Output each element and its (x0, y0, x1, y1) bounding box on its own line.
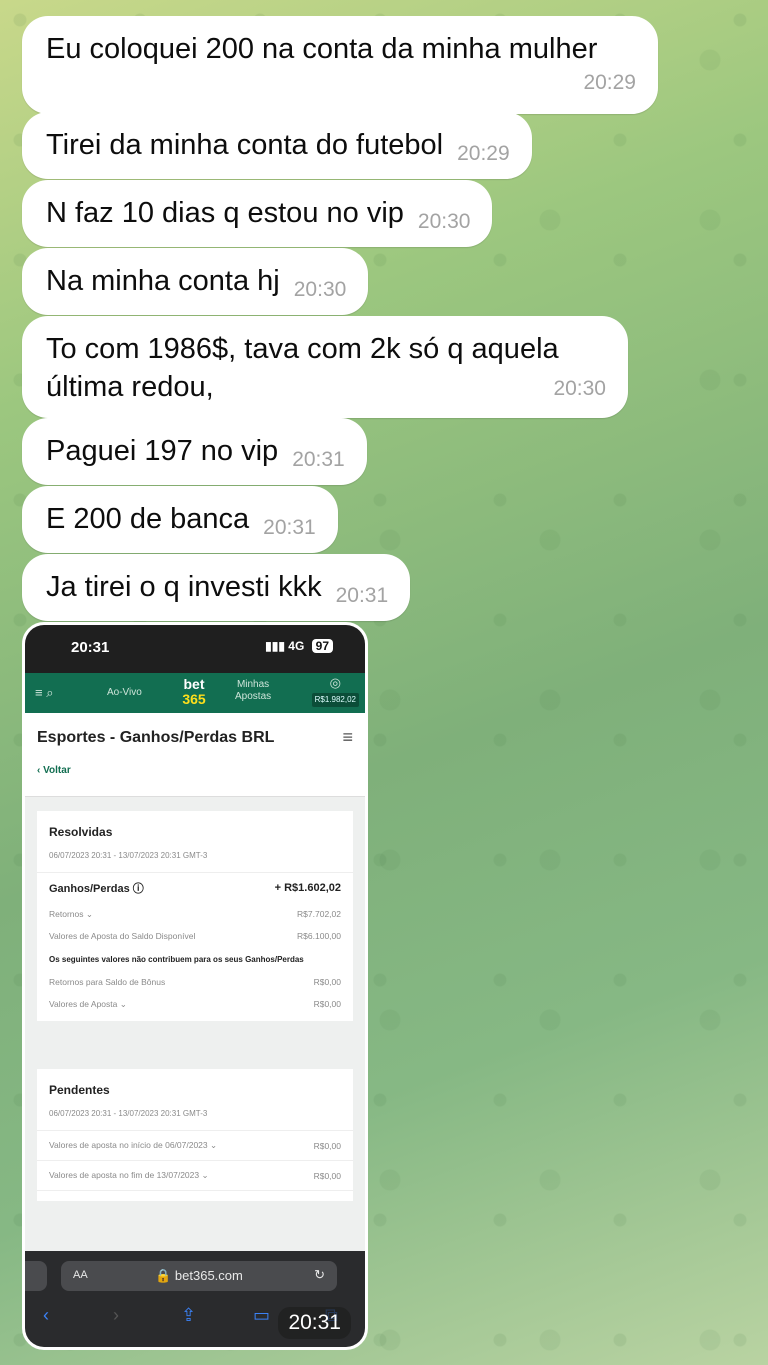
stakes-row: Valores de Aposta do Saldo Disponível R$… (37, 925, 353, 947)
message-bubble[interactable]: Tirei da minha conta do futebol 20:29 (22, 112, 532, 179)
message-bubble[interactable]: Na minha conta hj 20:30 (22, 248, 369, 315)
battery-icon: 97 (311, 639, 333, 653)
message-time: 20:31 (335, 584, 389, 607)
pending-range: 06/07/2023 20:31 - 13/07/2023 20:31 GMT-… (37, 1097, 353, 1131)
hamburger-icon: ≡ (342, 727, 353, 747)
pending-end-row: Valores de aposta no fim de 13/07/2023 ⌄… (37, 1161, 353, 1191)
app-nav-bar: ≡ ⌕ Ao-Vivo bet 365 Minhas Apostas ◎ R$1… (25, 673, 365, 713)
page-title: Esportes - Ganhos/Perdas BRL (37, 729, 275, 746)
phone-status-bar: 20:31 ▮▮▮ 4G 97 (25, 625, 365, 673)
gains-label: Ganhos/Perdas ⓘ (49, 883, 144, 895)
returns-label: Retornos ⌄ (49, 908, 93, 919)
returns-value: R$7.702,02 (297, 909, 341, 919)
message-text: E 200 de banca (46, 503, 250, 535)
message-text: Ja tirei o q investi kkk (46, 571, 322, 603)
message-bubble[interactable]: Paguei 197 no vip 20:31 (22, 418, 367, 485)
nav-my-bets: Minhas Apostas (235, 679, 271, 703)
message-time: 20:30 (293, 278, 347, 301)
photo-message[interactable]: 20:31 ▮▮▮ 4G 97 ≡ ⌕ Ao-Vivo bet 365 Minh… (22, 622, 368, 1350)
menu-search-icon: ≡ ⌕ (35, 685, 54, 700)
message-time: 20:30 (417, 210, 471, 233)
bookmarks-icon: ▭ (253, 1305, 271, 1325)
account-balance: R$1.982,02 (311, 693, 359, 707)
signal-icon: ▮▮▮ (265, 639, 285, 653)
message-bubble[interactable]: E 200 de banca 20:31 (22, 486, 338, 553)
message-bubble[interactable]: To com 1986$, tava com 2k só q aquela úl… (22, 316, 628, 418)
message-time: 20:31 (263, 516, 316, 539)
gains-value: + R$1.602,02 (274, 882, 341, 894)
logo-bottom: 365 (182, 691, 206, 707)
resolved-range: 06/07/2023 20:31 - 13/07/2023 20:31 GMT-… (37, 839, 353, 873)
phone-clock: 20:31 (71, 639, 110, 656)
nav-live: Ao-Vivo (107, 687, 142, 698)
bet365-logo: bet 365 (177, 677, 211, 707)
url-bar: AA 🔒 bet365.com ↻ (61, 1261, 337, 1291)
message-text-line-2: última redou, (46, 371, 214, 403)
pending-start-row: Valores de aposta no início de 06/07/202… (37, 1131, 353, 1161)
message-text: Tirei da minha conta do futebol (46, 129, 444, 161)
share-icon: ⇪ (181, 1305, 197, 1325)
photo-time: 20:31 (278, 1307, 351, 1339)
logo-top: bet (183, 676, 205, 692)
previous-tab-bar (25, 1261, 47, 1291)
bet-values-row: Valores de Aposta ⌄ R$0,00 (37, 993, 353, 1021)
returns-row: Retornos ⌄ R$7.702,02 (37, 903, 353, 925)
message-text: N faz 10 dias q estou no vip (46, 197, 404, 229)
pending-end-value: R$0,00 (313, 1170, 341, 1181)
pending-card: Pendentes 06/07/2023 20:31 - 13/07/2023 … (37, 1069, 353, 1201)
account-area: ◎ R$1.982,02 (311, 675, 359, 707)
message-time: 20:29 (457, 142, 510, 165)
stakes-value: R$6.100,00 (297, 931, 341, 941)
message-time: 20:29 (583, 71, 636, 94)
message-text: Paguei 197 no vip (46, 435, 279, 467)
chat-area: Eu coloquei 200 na conta da minha mulher… (0, 0, 768, 1365)
my-bets-line-2: Apostas (235, 691, 272, 702)
pending-start-label: Valores de aposta no início de 06/07/202… (49, 1140, 218, 1150)
message-bubble[interactable]: N faz 10 dias q estou no vip 20:30 (22, 180, 493, 247)
message-text-line-1: To com 1986$, tava com 2k só q aquela (46, 333, 559, 365)
network-label: 4G (288, 639, 305, 653)
signal-indicator: ▮▮▮ 4G 97 (265, 639, 333, 653)
pending-end-label: Valores de aposta no fim de 13/07/2023 ⌄ (49, 1170, 209, 1180)
resolved-title: Resolvidas (49, 825, 113, 839)
my-bets-line-1: Minhas (236, 679, 270, 690)
user-icon: ◎ (329, 675, 341, 690)
message-bubble[interactable]: Ja tirei o q investi kkk 20:31 (22, 554, 411, 621)
back-link: ‹ Voltar (37, 765, 71, 776)
back-icon: ‹ (43, 1305, 49, 1325)
url-text: 🔒 bet365.com (155, 1268, 243, 1283)
pending-start-value: R$0,00 (313, 1140, 341, 1151)
bonus-value: R$0,00 (313, 977, 341, 987)
gains-row: Ganhos/Perdas ⓘ + R$1.602,02 (37, 873, 353, 903)
betting-app-screenshot: 20:31 ▮▮▮ 4G 97 ≡ ⌕ Ao-Vivo bet 365 Minh… (25, 625, 365, 1347)
resolved-card: Resolvidas 06/07/2023 20:31 - 13/07/2023… (37, 811, 353, 1021)
message-time: 20:30 (553, 377, 606, 400)
message-text: Eu coloquei 200 na conta da minha mulher (46, 33, 598, 65)
bet-values-label: Valores de Aposta ⌄ (49, 998, 127, 1009)
bet-values-value: R$0,00 (313, 999, 341, 1009)
reload-icon: ↻ (314, 1267, 325, 1282)
forward-icon: › (113, 1305, 119, 1325)
page-header: Esportes - Ganhos/Perdas BRL ≡ ‹ Voltar (25, 713, 365, 797)
stakes-label: Valores de Aposta do Saldo Disponível (49, 931, 196, 941)
message-text: Na minha conta hj (46, 265, 280, 297)
bonus-note: Os seguintes valores não contribuem para… (49, 955, 304, 964)
message-time: 20:31 (292, 448, 345, 471)
message-bubble[interactable]: Eu coloquei 200 na conta da minha mulher… (22, 16, 658, 114)
pending-title: Pendentes (49, 1083, 110, 1097)
bonus-label: Retornos para Saldo de Bônus (49, 977, 166, 987)
bonus-row: Retornos para Saldo de Bônus R$0,00 (37, 971, 353, 993)
